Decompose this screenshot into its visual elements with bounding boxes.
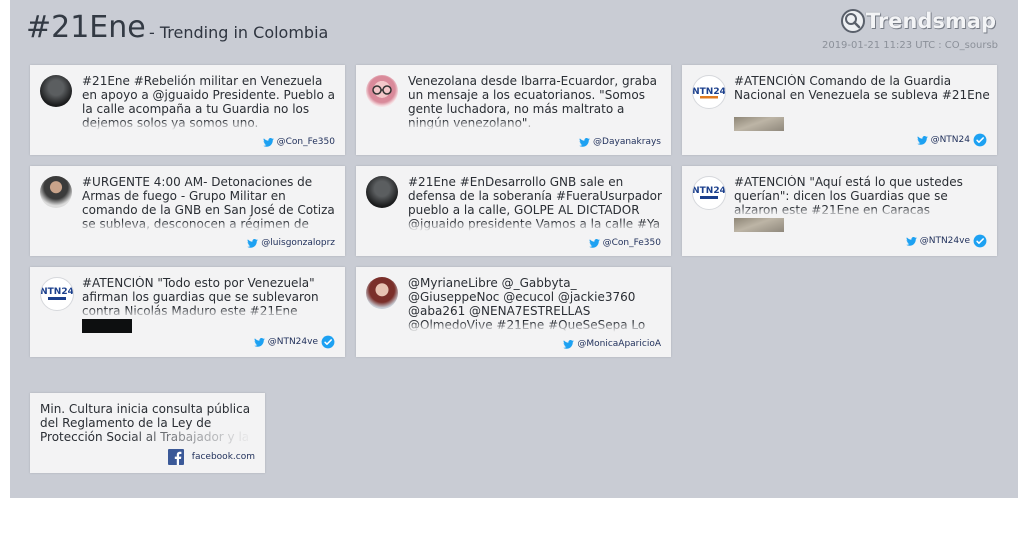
link-card-source[interactable]: facebook.com — [167, 449, 255, 465]
twitter-icon — [579, 137, 590, 147]
twitter-icon — [905, 236, 917, 246]
ntn24-logo-icon: NTN24 — [41, 287, 73, 300]
link-card-text: Min. Cultura inicia consulta pública del… — [40, 402, 255, 444]
tweet-handle: @NTN24ve — [919, 236, 970, 246]
svg-text:NTN24: NTN24 — [693, 186, 725, 196]
tweet-card[interactable]: #URGENTE 4:00 AM- Detonaciones de Armas … — [30, 166, 345, 256]
tweet-handle-link[interactable]: @MonicaAparicioA — [563, 339, 661, 349]
tweet-handle: @Dayanakrays — [593, 137, 661, 147]
glasses-icon — [372, 85, 392, 95]
tweet-handle: @Con_Fe350 — [276, 137, 335, 147]
tweet-text: @MyrianeLibre @_Gabbyta_ @GiuseppeNoc @e… — [408, 276, 664, 332]
tweet-handle-link[interactable]: @Con_Fe350 — [588, 238, 661, 248]
verified-badge-icon — [973, 234, 987, 248]
verified-badge-icon — [321, 335, 335, 349]
tweet-handle-link[interactable]: @Dayanakrays — [579, 137, 661, 147]
tweet-card[interactable]: NTN24 #ATENCIÓN Comando de la Guardia Na… — [682, 65, 997, 155]
man-portrait-avatar-icon[interactable] — [40, 176, 72, 208]
dark-profile-avatar-icon[interactable] — [366, 176, 398, 208]
tweet-handle-link[interactable]: @NTN24ve — [905, 234, 987, 248]
tweet-handle-link[interactable]: @Con_Fe350 — [262, 137, 335, 147]
tweet-card[interactable]: NTN24 #ATENCIÓN "Aquí está lo que ustede… — [682, 166, 997, 256]
tweet-media-thumbnail[interactable] — [734, 218, 784, 232]
tweet-handle-link[interactable]: @NTN24 — [916, 133, 987, 147]
woman-red-hair-avatar-icon[interactable] — [366, 277, 398, 309]
link-card[interactable]: Min. Cultura inicia consulta pública del… — [30, 393, 265, 473]
verified-badge-icon — [973, 133, 987, 147]
twitter-icon — [262, 137, 274, 147]
trend-hashtag[interactable]: #21Ene — [26, 10, 146, 45]
ntn24-logo-icon: NTN24 — [693, 87, 725, 99]
tweet-text: #ATENCIÓN "Todo esto por Venezuela" afir… — [82, 276, 338, 318]
svg-text:NTN24: NTN24 — [693, 87, 725, 97]
trendsmap-logo[interactable]: Trendsmap — [840, 8, 996, 34]
woman-glasses-avatar-icon[interactable] — [366, 75, 398, 107]
tweet-handle-link[interactable]: @luisgonzaloprz — [247, 238, 335, 248]
dark-profile-avatar-icon[interactable] — [40, 75, 72, 107]
trend-subtitle: - Trending in Colombia — [149, 23, 329, 42]
timestamp-source: 2019-01-21 11:23 UTC : CO_soursb — [821, 40, 998, 51]
tweet-text: #ATENCIÓN "Aquí está lo que ustedes quer… — [734, 175, 990, 217]
tweet-text: #ATENCIÓN Comando de la Guardia Nacional… — [734, 74, 990, 116]
link-card-domain: facebook.com — [191, 452, 255, 462]
ntn24-logo-avatar-icon[interactable]: NTN24 — [692, 75, 726, 109]
tweet-text: Venezolana desde Ibarra-Ecuardor, graba … — [408, 74, 664, 130]
tweet-card[interactable]: NTN24 #ATENCIÓN "Todo esto por Venezuela… — [30, 267, 345, 357]
tweet-card[interactable]: #21Ene #Rebelión militar en Venezuela en… — [30, 65, 345, 155]
tweet-media-thumbnail[interactable] — [734, 117, 784, 131]
facebook-icon — [167, 449, 184, 465]
ntn24-venezuela-logo-avatar-icon[interactable]: NTN24 — [692, 176, 726, 210]
tweet-card[interactable]: @MyrianeLibre @_Gabbyta_ @GiuseppeNoc @e… — [356, 267, 671, 357]
tweet-handle: @NTN24ve — [267, 337, 318, 347]
twitter-icon — [916, 135, 928, 145]
tweet-card[interactable]: Venezolana desde Ibarra-Ecuardor, graba … — [356, 65, 671, 155]
tweet-handle: @Con_Fe350 — [602, 238, 661, 248]
twitter-icon — [588, 238, 600, 248]
ntn24-logo-icon: NTN24 — [693, 186, 725, 199]
svg-text:NTN24: NTN24 — [41, 287, 73, 297]
tweet-card[interactable]: #21Ene #EnDesarrollo GNB sale en defensa… — [356, 166, 671, 256]
tweet-handle-link[interactable]: @NTN24ve — [253, 335, 335, 349]
tweet-handle: @luisgonzaloprz — [261, 238, 335, 248]
tweet-text: #21Ene #Rebelión militar en Venezuela en… — [82, 74, 338, 130]
trendsmap-logo-text: Trendsmap — [865, 9, 996, 33]
twitter-icon — [253, 337, 265, 347]
tweet-handle: @MonicaAparicioA — [577, 339, 661, 349]
twitter-icon — [247, 238, 259, 248]
tweet-text: #URGENTE 4:00 AM- Detonaciones de Armas … — [82, 175, 338, 231]
trendsmap-logo-icon — [840, 9, 865, 33]
tweet-media-thumbnail[interactable] — [82, 319, 132, 333]
twitter-icon — [563, 339, 575, 349]
tweet-handle: @NTN24 — [930, 135, 970, 145]
tweet-text: #21Ene #EnDesarrollo GNB sale en defensa… — [408, 175, 664, 231]
ntn24-venezuela-logo-avatar-icon[interactable]: NTN24 — [40, 277, 74, 311]
